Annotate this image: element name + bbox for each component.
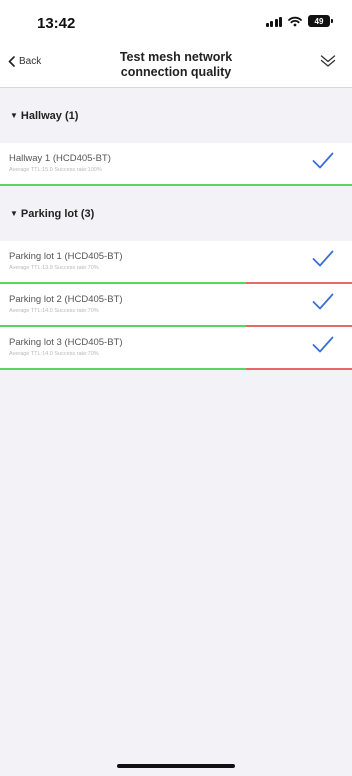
device-stats: Average TTL:15.0 Success rate:100%: [9, 167, 102, 173]
group-header-parking-lot[interactable]: ▼ Parking lot (3): [0, 186, 352, 241]
checkmark-icon: [312, 250, 334, 267]
checkmark-icon: [312, 293, 334, 310]
collapse-all-button[interactable]: [320, 54, 336, 73]
wifi-icon: [288, 16, 302, 26]
status-bar: 13:42 49: [0, 0, 352, 40]
failure-rate-fill: [246, 368, 352, 370]
home-indicator[interactable]: [117, 764, 235, 768]
battery-icon: 49: [308, 15, 333, 27]
nav-bar: Back Test mesh network connection qualit…: [0, 40, 352, 88]
list-item[interactable]: Parking lot 1 (HCD405-BT) Average TTL:13…: [0, 241, 352, 284]
success-rate-bar: [0, 368, 352, 370]
cellular-signal-icon: [265, 16, 282, 27]
list-item[interactable]: Parking lot 2 (HCD405-BT) Average TTL:14…: [0, 284, 352, 327]
device-stats: Average TTL:13.9 Success rate:70%: [9, 265, 99, 271]
status-icons: 49: [265, 15, 333, 27]
device-name: Hallway 1 (HCD405-BT): [9, 153, 111, 164]
device-stats: Average TTL:14.0 Success rate:70%: [9, 351, 99, 357]
page-title-line-2: connection quality: [120, 65, 232, 79]
caret-down-icon: ▼: [10, 209, 18, 218]
status-time: 13:42: [37, 15, 76, 32]
double-chevron-down-icon: [320, 55, 336, 67]
device-name: Parking lot 2 (HCD405-BT): [9, 294, 123, 305]
group-header-label: Parking lot (3): [20, 207, 95, 220]
list-item[interactable]: Parking lot 3 (HCD405-BT) Average TTL:14…: [0, 327, 352, 370]
caret-down-icon: ▼: [10, 111, 18, 120]
success-rate-bar: [0, 184, 352, 186]
checkmark-icon: [312, 152, 334, 169]
list-item[interactable]: Hallway 1 (HCD405-BT) Average TTL:15.0 S…: [0, 143, 352, 186]
page-title-line-1: Test mesh network: [119, 50, 233, 64]
screen: 13:42 49 Back Test mesh network connecti…: [0, 0, 352, 776]
success-rate-fill: [0, 184, 352, 186]
checkmark-icon: [312, 336, 334, 353]
page-title: Test mesh network connection quality: [0, 50, 352, 80]
device-stats: Average TTL:14.0 Success rate:70%: [9, 308, 99, 314]
device-name: Parking lot 3 (HCD405-BT): [9, 337, 123, 348]
success-rate-fill: [0, 368, 247, 370]
device-name: Parking lot 1 (HCD405-BT): [9, 251, 123, 262]
group-header-label: Hallway (1): [20, 109, 79, 122]
group-header-hallway[interactable]: ▼ Hallway (1): [0, 88, 352, 143]
